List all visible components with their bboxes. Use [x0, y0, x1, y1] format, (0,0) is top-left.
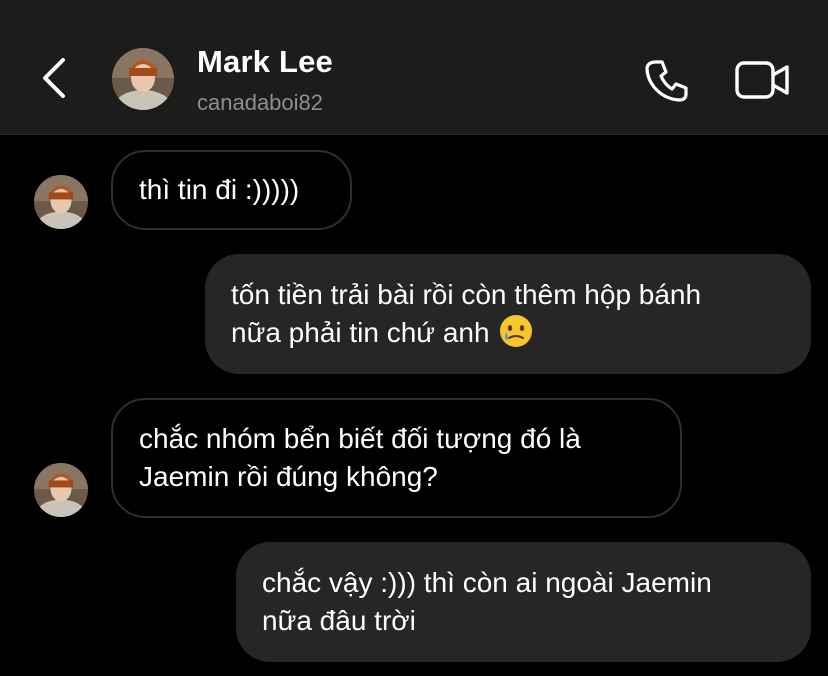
phone-icon: [645, 60, 688, 102]
message-bubble-incoming[interactable]: chắc nhóm bển biết đối tượng đó là Jaemi…: [111, 398, 682, 518]
back-button[interactable]: [30, 50, 78, 106]
face-holding-back-tears-icon: [499, 315, 532, 348]
message-text: chắc vậy :))) thì còn ai ngoài Jaemin nữ…: [262, 567, 712, 636]
contact-avatar[interactable]: [112, 48, 174, 110]
chat-header: Mark Lee canadaboi82: [0, 0, 828, 135]
message-text: tốn tiền trải bài rồi còn thêm hộp bánh …: [231, 278, 702, 348]
message-bubble-outgoing[interactable]: chắc vậy :))) thì còn ai ngoài Jaemin nữ…: [236, 542, 811, 662]
contact-name: Mark Lee: [197, 44, 333, 79]
voice-call-button[interactable]: [636, 52, 696, 108]
message-text: chắc nhóm bển biết đối tượng đó là Jaemi…: [139, 423, 581, 492]
video-call-button[interactable]: [730, 52, 796, 108]
sender-avatar[interactable]: [34, 175, 88, 229]
message-bubble-incoming[interactable]: thì tin đi :))))): [111, 150, 352, 230]
chevron-left-icon: [43, 58, 65, 98]
message-bubble-outgoing[interactable]: tốn tiền trải bài rồi còn thêm hộp bánh …: [205, 254, 811, 374]
contact-username: canadaboi82: [197, 90, 324, 115]
sender-avatar[interactable]: [34, 463, 88, 517]
video-camera-icon: [735, 61, 789, 99]
message-text: thì tin đi :))))): [139, 174, 300, 205]
